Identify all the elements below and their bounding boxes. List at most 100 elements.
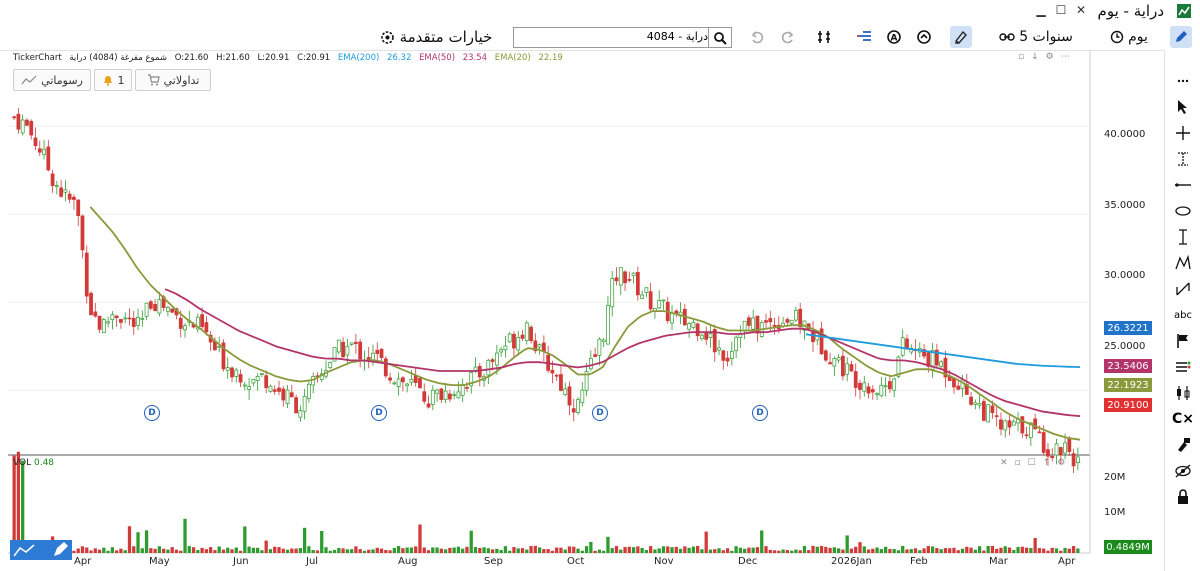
volume-bar <box>332 549 337 553</box>
horizontal-line-icon[interactable] <box>1172 174 1194 196</box>
more-tools-icon[interactable] <box>1172 70 1194 92</box>
volume-bar <box>772 550 777 553</box>
measure-icon[interactable] <box>1172 148 1194 170</box>
volume-bar <box>576 548 580 553</box>
alert-a-icon[interactable]: A <box>883 26 905 48</box>
dividend-marker[interactable]: D <box>371 405 387 421</box>
close-pane-icon[interactable]: ✕ <box>1000 458 1008 468</box>
candle-body <box>507 333 512 343</box>
candle-body <box>870 389 875 393</box>
candle-body <box>853 371 858 388</box>
candle-body <box>422 391 427 402</box>
restore-pane-icon[interactable]: ▫ <box>1018 52 1024 62</box>
volume-bar <box>213 550 217 553</box>
volume-bar <box>256 547 260 553</box>
maximize-button[interactable]: ☐ <box>1054 3 1068 17</box>
candle-body <box>127 317 132 320</box>
pattern-icon[interactable] <box>1172 252 1194 274</box>
trend-icon[interactable] <box>1172 278 1194 300</box>
candle-body <box>25 119 29 126</box>
volume-bar <box>956 550 960 553</box>
undo-icon[interactable] <box>746 26 768 48</box>
hide-icon[interactable] <box>1172 460 1194 482</box>
vertical-line-icon[interactable] <box>1172 226 1194 248</box>
dividend-marker[interactable]: D <box>752 405 768 421</box>
volume-bar <box>704 531 708 553</box>
lock-icon[interactable] <box>1172 486 1194 508</box>
candle-body <box>836 357 841 361</box>
pencil-icon[interactable] <box>1170 26 1192 48</box>
list-icon[interactable] <box>853 26 875 48</box>
text-icon[interactable]: abc <box>1172 304 1194 326</box>
ellipse-icon[interactable] <box>1172 200 1194 222</box>
volume-bar <box>657 548 661 553</box>
volume-bar <box>76 548 80 553</box>
my-drawings-button[interactable]: رسوماتي <box>13 69 91 91</box>
candle-body <box>537 344 542 348</box>
toolbar: يوم 5 سنوات A خيارات متقدمة <box>0 24 1200 51</box>
volume-bar <box>696 545 700 553</box>
candle-body <box>268 385 273 392</box>
crosshair-icon[interactable] <box>1172 122 1194 144</box>
search-icon[interactable] <box>708 28 731 47</box>
dividend-marker[interactable]: D <box>144 405 160 421</box>
volume-bar <box>755 547 760 553</box>
lock-draw-icon[interactable] <box>1172 434 1194 456</box>
volume-bar <box>516 548 520 553</box>
candle-body <box>892 378 897 391</box>
advanced-options-button[interactable]: خيارات متقدمة <box>372 26 500 48</box>
close-button[interactable]: ✕ <box>1074 3 1088 17</box>
period-selector[interactable]: يوم <box>1100 26 1158 48</box>
candle-body <box>148 301 153 309</box>
volume-bar <box>1037 548 1042 553</box>
candle-body <box>97 315 102 330</box>
volume-bar <box>499 549 503 553</box>
range-selector[interactable]: 5 سنوات <box>992 26 1080 48</box>
move-up-icon[interactable]: ↑ <box>1043 458 1051 468</box>
volume-bar <box>294 548 298 553</box>
candle-body <box>862 382 867 392</box>
volume-bar <box>452 547 456 553</box>
move-down-icon[interactable]: ↓ <box>1031 52 1039 62</box>
candle-body <box>742 320 747 332</box>
volume-bar <box>285 549 290 553</box>
cursor-icon[interactable] <box>1172 96 1194 118</box>
candle-body <box>550 369 555 374</box>
x-tick-label: Jul <box>306 556 319 567</box>
volume-bar <box>358 549 362 553</box>
candle-body <box>712 329 717 353</box>
maximize-pane-icon[interactable]: ☐ <box>1028 458 1036 468</box>
more-icon[interactable]: ⋯ <box>1072 458 1081 468</box>
candle-body <box>1054 443 1059 456</box>
volume-bar <box>871 548 875 553</box>
settings-pane-icon[interactable]: ⚙ <box>1046 52 1054 62</box>
candle-body <box>952 378 956 388</box>
edit-watermark-icon[interactable] <box>10 540 72 560</box>
compare-icon[interactable] <box>813 26 835 48</box>
settings-pane-icon[interactable]: ⚙ <box>1057 458 1065 468</box>
volume-bar <box>725 548 730 553</box>
link-icon <box>999 33 1015 41</box>
candle-body <box>332 347 337 362</box>
candle-body <box>520 334 525 339</box>
ema50-value: 23.54 <box>462 53 488 63</box>
dividend-marker[interactable]: D <box>592 405 608 421</box>
candle-body <box>42 148 46 155</box>
volume-bar <box>606 536 610 553</box>
restore-pane-icon[interactable]: ▫ <box>1015 458 1021 468</box>
alerts-button[interactable]: 1 <box>94 69 132 91</box>
my-trades-button[interactable]: تداولاتي <box>135 69 211 91</box>
indicator-list-icon[interactable] <box>1172 356 1194 378</box>
gauge-icon[interactable] <box>913 26 935 48</box>
candles-icon[interactable] <box>1172 382 1194 404</box>
search-input[interactable] <box>516 28 712 45</box>
drawing-mode-icon[interactable] <box>950 26 972 48</box>
flag-icon[interactable] <box>1172 330 1194 352</box>
candle-body <box>866 386 871 394</box>
redo-icon[interactable] <box>777 26 799 48</box>
clear-icon[interactable]: C× <box>1172 408 1194 430</box>
more-icon[interactable]: ⋯ <box>1061 52 1070 62</box>
minimize-button[interactable]: ▁ <box>1034 3 1048 17</box>
candle-body <box>354 341 358 344</box>
symbol-search[interactable] <box>513 27 732 48</box>
